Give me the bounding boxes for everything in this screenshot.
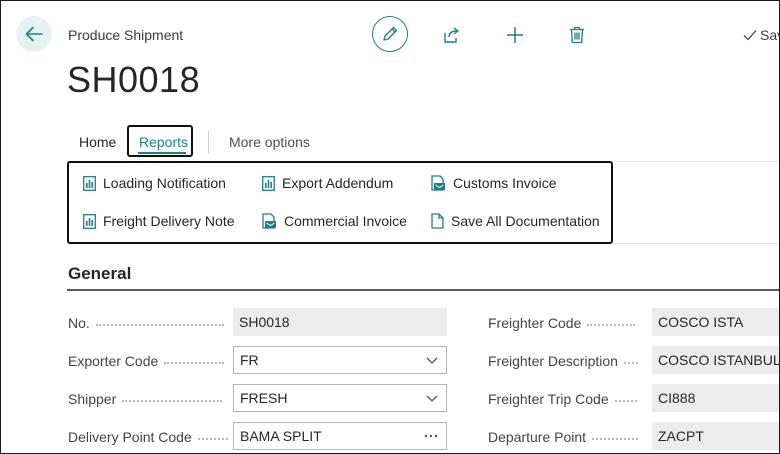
edit-button[interactable] (372, 16, 408, 52)
checkmark-icon (743, 30, 757, 41)
field-label-text: Exporter Code (68, 353, 159, 369)
section-title-general[interactable]: General (68, 264, 131, 284)
report-label: Save All Documentation (451, 213, 600, 229)
label-leader (95, 324, 224, 326)
report-export-addendum[interactable]: Export Addendum (262, 175, 393, 191)
departure-point-field[interactable]: ZACPT (652, 422, 779, 450)
record-title: SH0018 (67, 59, 201, 100)
freighter-trip-code-field[interactable]: CI888 (652, 384, 779, 412)
tab-reports[interactable]: Reports (139, 134, 188, 150)
document-icon (431, 213, 444, 229)
report-icon (83, 213, 96, 229)
field-label-freighter-trip-code: Freighter Trip Code (488, 391, 637, 407)
report-commercial-invoice[interactable]: Commercial Invoice (262, 213, 407, 229)
report-icon (262, 175, 275, 191)
chevron-down-icon (426, 357, 438, 364)
field-label-text: Freighter Description (488, 353, 618, 369)
label-leader (164, 362, 225, 364)
tab-home[interactable]: Home (79, 134, 116, 150)
label-leader (614, 400, 637, 402)
field-label-text: Departure Point (488, 429, 587, 445)
page-caption: Produce Shipment (68, 27, 184, 43)
shipper-value: FRESH (240, 390, 288, 406)
delivery-point-code-value: BAMA SPLIT (240, 428, 322, 444)
report-save-all-documentation[interactable]: Save All Documentation (431, 213, 600, 229)
plus-icon (507, 27, 523, 43)
share-icon (444, 27, 459, 43)
field-label-departure-point: Departure Point (488, 429, 639, 445)
field-label-no: No. (68, 315, 224, 331)
field-label-text: Shipper (68, 391, 117, 407)
document-stack-icon (431, 175, 445, 191)
report-label: Commercial Invoice (284, 213, 407, 229)
no-field[interactable]: SH0018 (233, 308, 447, 336)
saved-status-label: Sav (760, 27, 779, 43)
report-label: Freight Delivery Note (103, 213, 235, 229)
field-label-exporter-code: Exporter Code (68, 353, 225, 369)
page-frame: Produce Shipment SH0018 Sav Home Reports… (0, 0, 780, 454)
trash-icon (570, 26, 584, 44)
exporter-code-select[interactable]: FR (233, 346, 447, 374)
field-label-freighter-description: Freighter Description (488, 353, 638, 369)
label-leader (623, 362, 638, 364)
delete-button[interactable] (566, 24, 588, 46)
chevron-down-icon (426, 395, 438, 402)
document-stack-icon (262, 213, 276, 229)
field-label-freighter-code: Freighter Code (488, 315, 636, 331)
field-label-shipper: Shipper (68, 391, 223, 407)
report-label: Loading Notification (103, 175, 226, 191)
report-freight-delivery-note[interactable]: Freight Delivery Note (83, 213, 235, 229)
report-customs-invoice[interactable]: Customs Invoice (431, 175, 556, 191)
report-label: Export Addendum (282, 175, 394, 191)
shipper-select[interactable]: FRESH (233, 384, 447, 412)
saved-status[interactable]: Sav (743, 27, 779, 43)
field-label-text: No. (68, 315, 90, 331)
reports-panel (67, 161, 613, 244)
field-label-text: Freighter Trip Code (488, 391, 609, 407)
tab-more-options[interactable]: More options (229, 134, 310, 150)
pencil-icon (383, 26, 398, 41)
label-leader (122, 400, 223, 402)
field-label-text: Delivery Point Code (68, 429, 192, 445)
field-label-delivery-point-code: Delivery Point Code (68, 429, 228, 445)
section-divider (67, 289, 779, 291)
back-button[interactable] (16, 16, 52, 52)
report-loading-notification[interactable]: Loading Notification (83, 175, 226, 191)
panel-divider (613, 243, 779, 244)
freighter-code-field[interactable]: COSCO ISTA (652, 308, 779, 336)
freighter-description-field[interactable]: COSCO ISTANBUL (652, 346, 779, 374)
exporter-code-value: FR (240, 352, 259, 368)
label-leader (587, 324, 636, 326)
field-label-text: Freighter Code (488, 315, 582, 331)
new-button[interactable] (504, 24, 526, 46)
arrow-left-icon (25, 26, 43, 42)
active-tab-underline (138, 152, 186, 154)
tab-separator (208, 131, 209, 153)
ellipsis-icon (424, 434, 438, 438)
delivery-point-code-lookup[interactable]: BAMA SPLIT (233, 422, 447, 450)
report-label: Customs Invoice (453, 175, 557, 191)
label-leader (592, 438, 639, 440)
report-icon (83, 175, 96, 191)
label-leader (197, 438, 228, 440)
share-button[interactable] (441, 24, 463, 46)
